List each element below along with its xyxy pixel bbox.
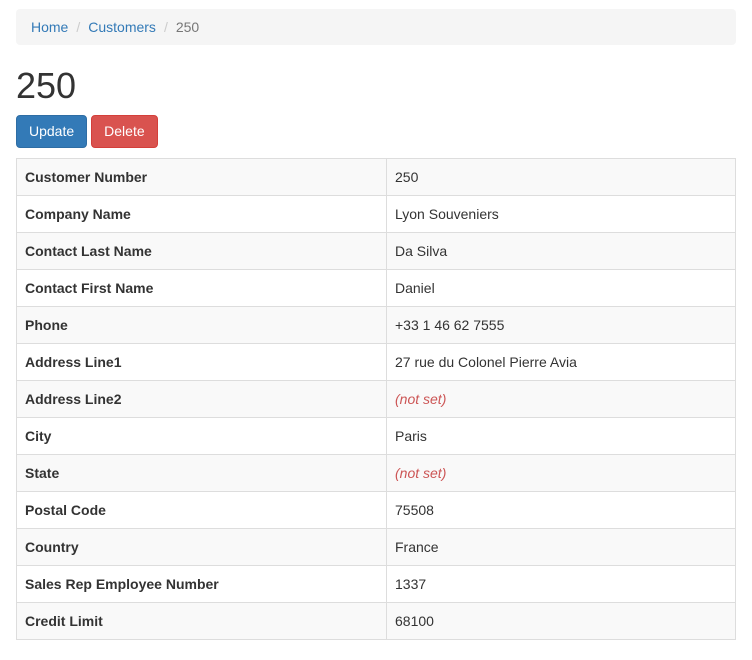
detail-table: Customer Number 250 Company Name Lyon Souve…: [16, 157, 736, 640]
detail-value: Daniel: [386, 268, 736, 307]
table-row: Postal Code 75508: [16, 490, 736, 529]
detail-label: Address Line1: [16, 342, 387, 381]
detail-label: State: [16, 453, 387, 492]
breadcrumb-separator: /: [76, 19, 81, 35]
detail-label: Address Line2: [16, 379, 387, 418]
detail-value: (not set): [386, 453, 736, 492]
table-row: Phone +33 1 46 62 7555: [16, 305, 736, 344]
detail-value: +33 1 46 62 7555: [386, 305, 736, 344]
detail-value: 68100: [386, 601, 736, 640]
detail-value: 1337: [386, 564, 736, 603]
detail-label: Credit Limit: [16, 601, 387, 640]
detail-value: Paris: [386, 416, 736, 455]
detail-label: Postal Code: [16, 490, 387, 529]
detail-value: 250: [386, 157, 736, 196]
detail-label: Contact First Name: [16, 268, 387, 307]
breadcrumb-customers-link[interactable]: Customers: [88, 19, 156, 35]
breadcrumb: Home / Customers / 250: [16, 9, 736, 45]
delete-button[interactable]: Delete: [91, 114, 158, 148]
breadcrumb-home-link[interactable]: Home: [31, 19, 68, 35]
table-row: Address Line2 (not set): [16, 379, 736, 418]
action-buttons: Update Delete: [16, 114, 736, 148]
table-row: Customer Number 250: [16, 157, 736, 196]
detail-value: 75508: [386, 490, 736, 529]
update-button[interactable]: Update: [16, 114, 88, 148]
breadcrumb-separator: /: [163, 19, 168, 35]
table-row: Country France: [16, 527, 736, 566]
page-title: 250: [16, 65, 77, 106]
table-row: Sales Rep Employee Number 1337: [16, 564, 736, 603]
table-row: Company Name Lyon Souveniers: [16, 194, 736, 233]
detail-value: Lyon Souveniers: [386, 194, 736, 233]
breadcrumb-current: 250: [175, 19, 200, 35]
detail-value: Da Silva: [386, 231, 736, 270]
detail-label: Sales Rep Employee Number: [16, 564, 387, 603]
detail-value: (not set): [386, 379, 736, 418]
detail-label: Company Name: [16, 194, 387, 233]
detail-label: Customer Number: [16, 157, 387, 196]
not-set-value: (not set): [395, 390, 447, 407]
detail-value: France: [386, 527, 736, 566]
table-row: Contact Last Name Da Silva: [16, 231, 736, 270]
table-row: Address Line1 27 rue du Colonel Pierre Av…: [16, 342, 736, 381]
detail-label: City: [16, 416, 387, 455]
table-row: State (not set): [16, 453, 736, 492]
page-container: Home / Customers / 250 250 Update Delete…: [16, 9, 736, 640]
detail-value: 27 rue du Colonel Pierre Avia: [386, 342, 736, 381]
not-set-value: (not set): [395, 464, 447, 481]
detail-label: Contact Last Name: [16, 231, 387, 270]
table-row: Contact First Name Daniel: [16, 268, 736, 307]
detail-table-body: Customer Number 250 Company Name Lyon Souve…: [16, 157, 736, 640]
table-row: City Paris: [16, 416, 736, 455]
detail-label: Phone: [16, 305, 387, 344]
table-row: Credit Limit 68100: [16, 601, 736, 640]
detail-label: Country: [16, 527, 387, 566]
